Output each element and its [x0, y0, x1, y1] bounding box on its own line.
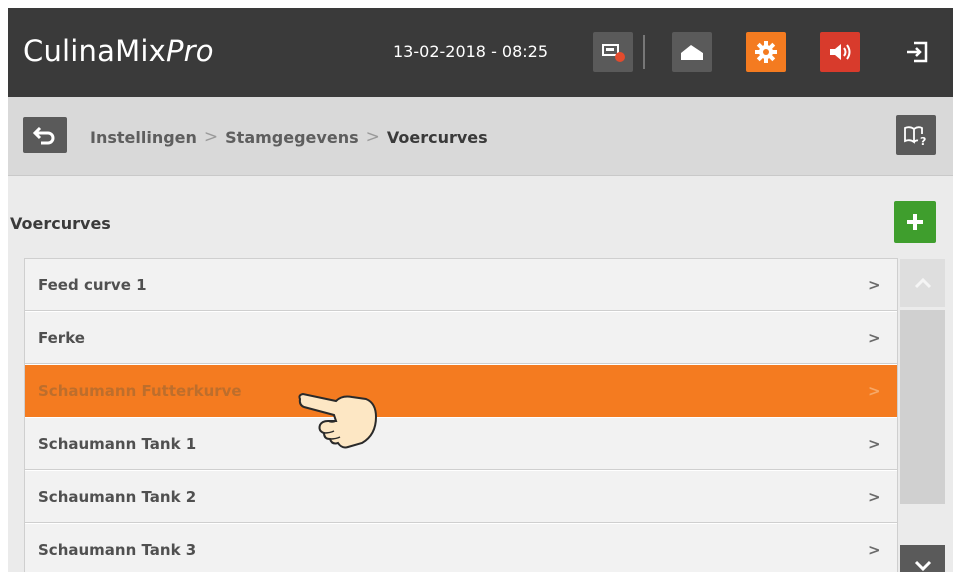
list-item[interactable]: Ferke >: [25, 312, 897, 364]
breadcrumb-separator: >: [203, 127, 219, 147]
scrollbar-track[interactable]: [900, 310, 945, 504]
chevron-right-icon: >: [868, 540, 881, 559]
list-item[interactable]: Feed curve 1 >: [25, 259, 897, 311]
gear-icon: [755, 41, 777, 63]
help-button[interactable]: ?: [896, 115, 936, 155]
back-arrow-icon: [32, 126, 55, 145]
brand-main: CulinaMix: [23, 34, 166, 68]
logout-button[interactable]: [897, 32, 937, 72]
chevron-right-icon: >: [868, 328, 881, 347]
back-button[interactable]: [23, 117, 67, 153]
brand-pro: Pro: [165, 34, 214, 68]
home-button[interactable]: [672, 32, 712, 72]
list-item-label: Schaumann Tank 3: [38, 540, 197, 559]
breadcrumb-item-stamgegevens[interactable]: Stamgegevens: [225, 128, 358, 147]
breadcrumb-item-voercurves: Voercurves: [386, 127, 488, 147]
list-item-label: Schaumann Tank 1: [38, 434, 197, 453]
speaker-icon: [830, 44, 851, 60]
list-item[interactable]: Schaumann Tank 3 >: [25, 524, 897, 572]
screen-alarm-button[interactable]: [593, 32, 633, 72]
svg-text:?: ?: [920, 135, 926, 147]
plus-icon: [907, 214, 923, 230]
chevron-right-icon: >: [868, 487, 881, 506]
list-item-selected[interactable]: Schaumann Futterkurve >: [25, 365, 897, 417]
breadcrumb-separator: >: [365, 127, 380, 147]
settings-button[interactable]: [746, 32, 786, 72]
add-curve-button[interactable]: [894, 201, 936, 243]
manual-help-icon: ?: [904, 126, 926, 147]
sound-button[interactable]: [820, 32, 860, 72]
app-logo: CulinaMixPro: [23, 34, 214, 68]
app-window: CulinaMixPro 13-02-2018 - 08:25 Instelli…: [8, 8, 953, 572]
breadcrumb: Instellingen > Stamgegevens > Voercurves: [90, 127, 488, 147]
list-item[interactable]: Schaumann Tank 1 >: [25, 418, 897, 470]
datetime-display: 13-02-2018 - 08:25: [393, 42, 549, 61]
chevron-down-icon: [914, 560, 931, 572]
breadcrumb-bar: Instellingen > Stamgegevens > Voercurves…: [8, 97, 953, 176]
home-icon: [681, 45, 703, 60]
chevron-up-icon: [914, 277, 931, 289]
logout-icon: [907, 41, 928, 63]
list-item[interactable]: Schaumann Tank 2 >: [25, 471, 897, 523]
list-item-label: Schaumann Futterkurve: [38, 381, 242, 400]
list-item-label: Schaumann Tank 2: [38, 487, 197, 506]
scroll-down-button[interactable]: [900, 545, 945, 572]
list-item-label: Feed curve 1: [38, 275, 147, 294]
header-divider: [643, 35, 645, 69]
chevron-right-icon: >: [868, 275, 881, 294]
chevron-right-icon: >: [868, 381, 881, 400]
chevron-right-icon: >: [868, 434, 881, 453]
scroll-up-button[interactable]: [900, 259, 945, 307]
curve-list: Feed curve 1 > Ferke > Schaumann Futterk…: [24, 258, 898, 572]
section-title: Voercurves: [10, 214, 111, 233]
list-item-label: Ferke: [38, 328, 85, 347]
top-bar: CulinaMixPro 13-02-2018 - 08:25: [8, 8, 953, 97]
breadcrumb-item-instellingen[interactable]: Instellingen: [90, 128, 197, 147]
screen-alarm-icon: [602, 44, 625, 62]
pointer-hand-icon: [298, 392, 378, 449]
